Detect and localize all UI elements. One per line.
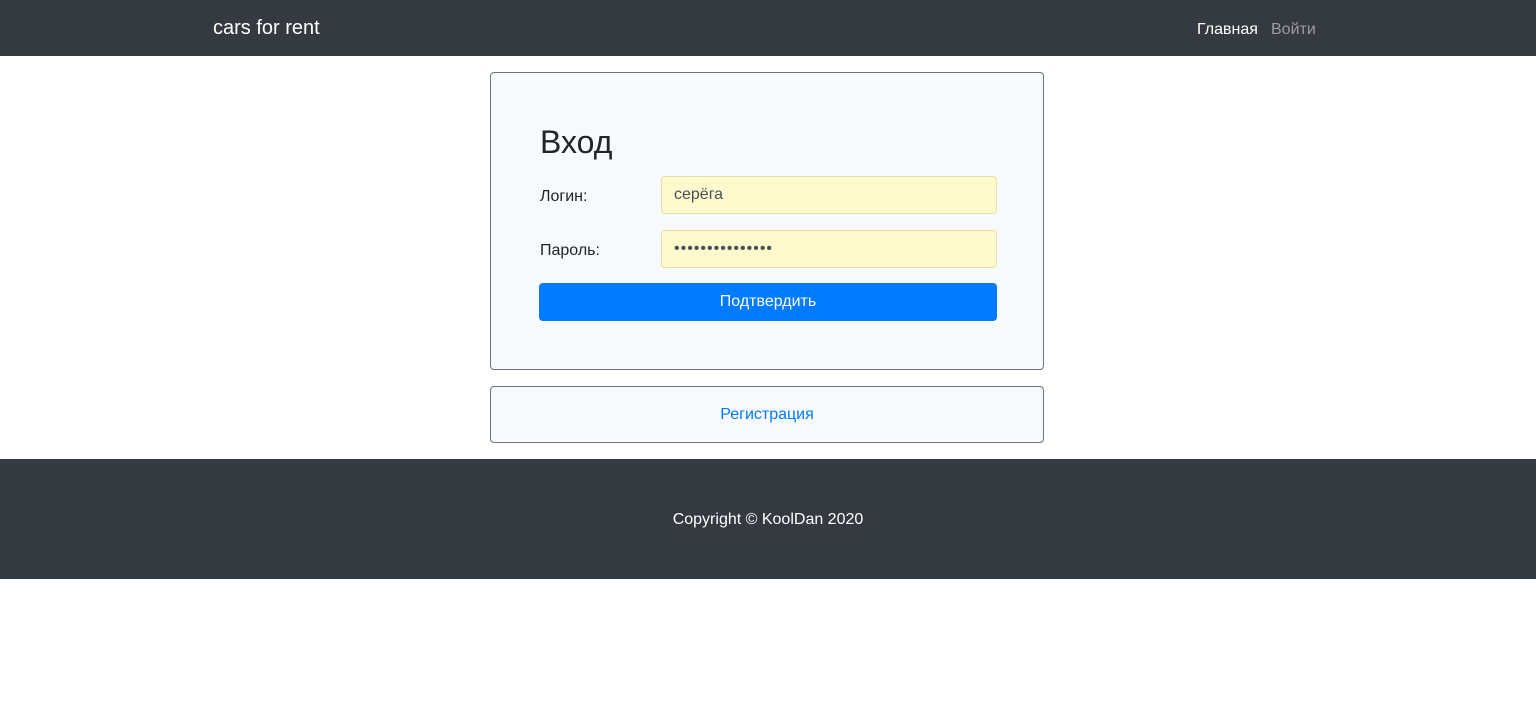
login-input[interactable] [661, 176, 997, 214]
login-title: Вход [540, 124, 613, 160]
login-label: Логин: [540, 188, 588, 205]
copyright-text: Copyright © KoolDan 2020 [672, 511, 864, 528]
login-card: Вход Логин: Пароль: Подтвердить [490, 72, 1044, 370]
brand-link[interactable]: cars for rent [213, 16, 320, 40]
submit-button[interactable]: Подтвердить [539, 283, 997, 321]
top-navbar: cars for rent Главная Войти [0, 0, 1536, 56]
nav-link-login[interactable]: Войти [1271, 20, 1316, 40]
nav-link-home[interactable]: Главная [1197, 20, 1258, 40]
page-footer: Copyright © KoolDan 2020 [0, 459, 1536, 579]
password-label: Пароль: [540, 242, 600, 259]
password-input[interactable] [661, 230, 997, 268]
register-link[interactable]: Регистрация [491, 405, 1043, 425]
register-card: Регистрация [490, 386, 1044, 443]
